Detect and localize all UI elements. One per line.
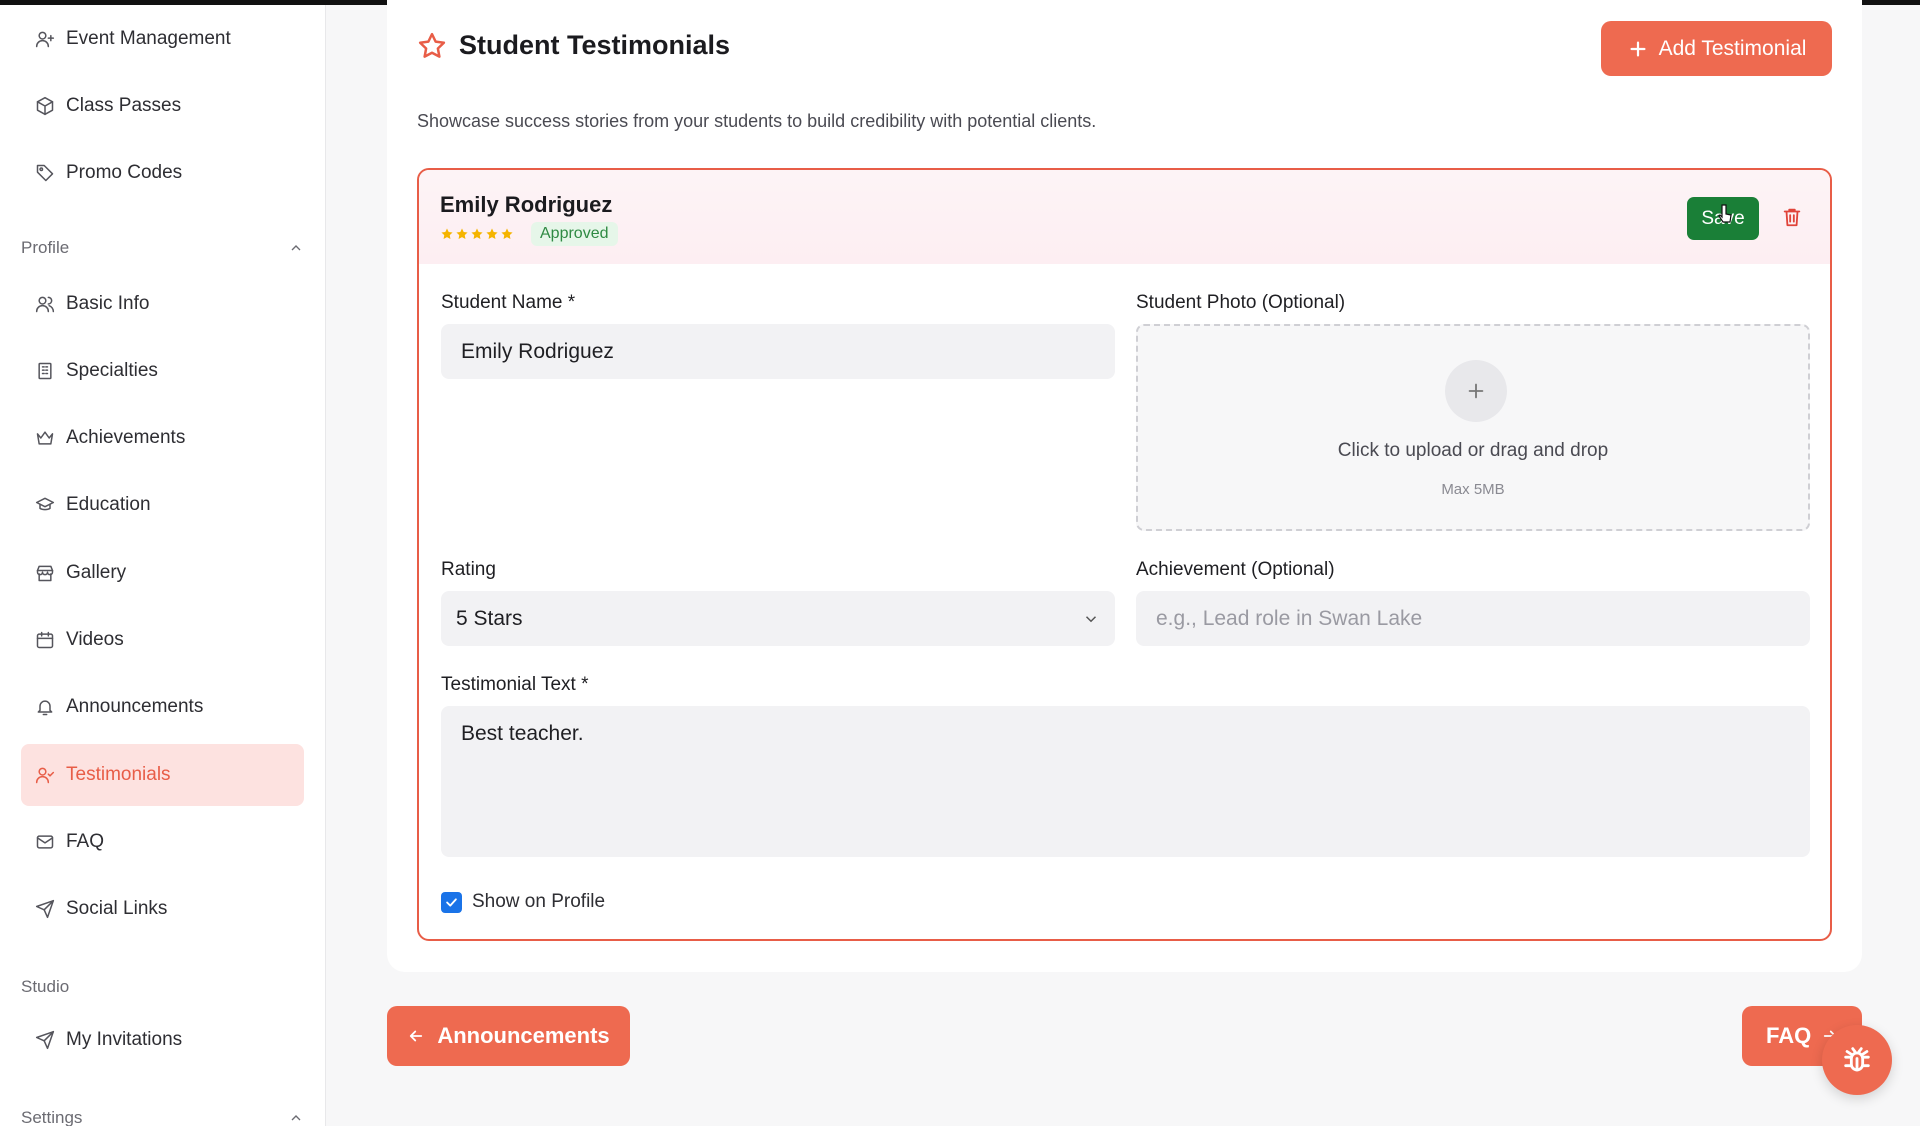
chevron-down-icon <box>1085 615 1097 622</box>
sidebar-item-label: Specialties <box>66 360 158 381</box>
bell-icon <box>37 700 53 716</box>
sidebar-item-label: Event Management <box>66 28 231 49</box>
sidebar-item-testimonials[interactable]: Testimonials <box>21 744 304 806</box>
student-photo-label: Student Photo (Optional) <box>1136 292 1346 313</box>
star-filled-icon <box>441 228 453 239</box>
photo-upload-dropzone[interactable]: Click to upload or drag and drop Max 5MB <box>1136 324 1810 531</box>
sidebar-item-label: Announcements <box>66 696 204 717</box>
star-filled-icon <box>501 228 513 239</box>
testimonial-name: Emily Rodriguez <box>440 192 613 217</box>
chevron-up-icon <box>291 245 301 251</box>
mail-icon <box>36 835 54 849</box>
arrow-left-icon <box>410 1030 423 1042</box>
sidebar-item-event-management[interactable]: Event Management <box>21 8 304 70</box>
upload-max-size: Max 5MB <box>1441 481 1505 498</box>
calendar-icon <box>36 631 54 649</box>
sidebar-item-specialties[interactable]: Specialties <box>21 340 304 402</box>
bug-icon <box>1844 1047 1870 1072</box>
section-label: Profile <box>21 238 70 257</box>
sidebar-item-announcements[interactable]: Announcements <box>21 676 304 738</box>
store-icon <box>36 565 54 582</box>
send-icon <box>35 1030 55 1050</box>
mouse-cursor <box>1718 204 1732 223</box>
add-testimonial-button[interactable]: Add Testimonial <box>1601 21 1832 76</box>
upload-plus-circle <box>1445 360 1507 422</box>
sidebar-item-videos[interactable]: Videos <box>21 609 304 671</box>
delete-button[interactable] <box>1777 203 1807 233</box>
add-testimonial-label: Add Testimonial <box>1658 36 1807 60</box>
package-icon <box>36 96 54 116</box>
sidebar-item-achievements[interactable]: Achievements <box>21 407 304 469</box>
rating-stars <box>440 227 514 241</box>
testimonial-card-header: Emily Rodriguez Approved Save <box>419 170 1830 264</box>
show-on-profile-label: Show on Profile <box>472 891 606 912</box>
sidebar-item-social-links[interactable]: Social Links <box>21 878 304 940</box>
rating-select[interactable]: 5 Stars <box>441 591 1115 646</box>
check-icon <box>446 897 457 907</box>
plus-icon <box>1468 383 1484 399</box>
star-filled-icon <box>486 228 498 239</box>
sidebar-item-education[interactable]: Education <box>21 474 304 536</box>
student-name-label: Student Name * <box>441 292 576 313</box>
previous-section-label: Announcements <box>437 1023 610 1048</box>
sidebar-item-label: Basic Info <box>66 293 150 314</box>
sidebar-item-label: Achievements <box>66 427 186 448</box>
graduation-cap-icon <box>35 497 55 511</box>
previous-section-button[interactable]: Announcements <box>387 1006 630 1066</box>
sidebar-item-label: Social Links <box>66 898 168 919</box>
sidebar-item-faq[interactable]: FAQ <box>21 811 304 873</box>
achievement-input[interactable] <box>1136 591 1810 646</box>
section-label: Settings <box>21 1108 83 1126</box>
sidebar-item-label: Promo Codes <box>66 162 183 183</box>
achievement-label: Achievement (Optional) <box>1136 559 1335 580</box>
star-filled-icon <box>456 228 468 239</box>
star-filled-icon <box>471 228 483 239</box>
crown-icon <box>36 431 54 445</box>
sidebar-item-label: My Invitations <box>66 1029 183 1050</box>
testimonial-text-area[interactable]: Best teacher. <box>441 706 1810 857</box>
page-subtitle: Showcase success stories from your stude… <box>417 111 1097 131</box>
rating-label: Rating <box>441 559 496 580</box>
star-icon <box>418 32 446 58</box>
building-icon <box>38 362 52 380</box>
sidebar: Event Management Class Passes Promo Code… <box>0 5 326 1126</box>
student-name-input[interactable] <box>441 324 1115 379</box>
page-title: Student Testimonials <box>417 30 730 61</box>
bug-report-button[interactable] <box>1822 1025 1892 1095</box>
user-check-icon <box>35 767 55 784</box>
upload-instructions: Click to upload or drag and drop <box>1337 440 1609 461</box>
chevron-up-icon <box>291 1115 301 1121</box>
page-title-text: Student Testimonials <box>459 30 731 60</box>
sidebar-item-basic-info[interactable]: Basic Info <box>21 273 304 335</box>
sidebar-item-promo-codes[interactable]: Promo Codes <box>21 142 304 204</box>
sidebar-item-label: Class Passes <box>66 95 182 116</box>
sidebar-item-label: Videos <box>66 629 124 650</box>
testimonial-text-label: Testimonial Text * <box>441 674 589 695</box>
sidebar-item-label: FAQ <box>66 831 105 852</box>
next-section-label: FAQ <box>1766 1023 1812 1048</box>
tag-icon <box>36 164 54 182</box>
trash-icon <box>1783 208 1801 226</box>
sidebar-item-label: Gallery <box>66 562 127 583</box>
sidebar-item-label: Education <box>66 494 151 515</box>
checkbox-box[interactable] <box>441 891 462 913</box>
section-label: Studio <box>21 977 70 996</box>
sidebar-item-gallery[interactable]: Gallery <box>21 542 304 604</box>
sidebar-item-label: Testimonials <box>66 764 171 785</box>
sidebar-item-class-passes[interactable]: Class Passes <box>21 75 304 137</box>
testimonial-card: Emily Rodriguez Approved Save Student Na… <box>417 168 1832 941</box>
sidebar-section-settings[interactable]: Settings <box>21 1108 304 1126</box>
user-plus-icon <box>35 31 55 48</box>
users-icon <box>35 296 55 313</box>
status-badge: Approved <box>531 222 618 246</box>
show-on-profile-checkbox[interactable]: Show on Profile <box>441 891 605 913</box>
sidebar-section-profile[interactable]: Profile <box>21 238 304 258</box>
sidebar-section-studio: Studio <box>21 977 304 997</box>
plus-icon <box>1630 40 1646 57</box>
sidebar-item-my-invitations[interactable]: My Invitations <box>21 1009 304 1071</box>
send-icon <box>35 899 55 919</box>
rating-select-value: 5 Stars <box>456 606 523 630</box>
